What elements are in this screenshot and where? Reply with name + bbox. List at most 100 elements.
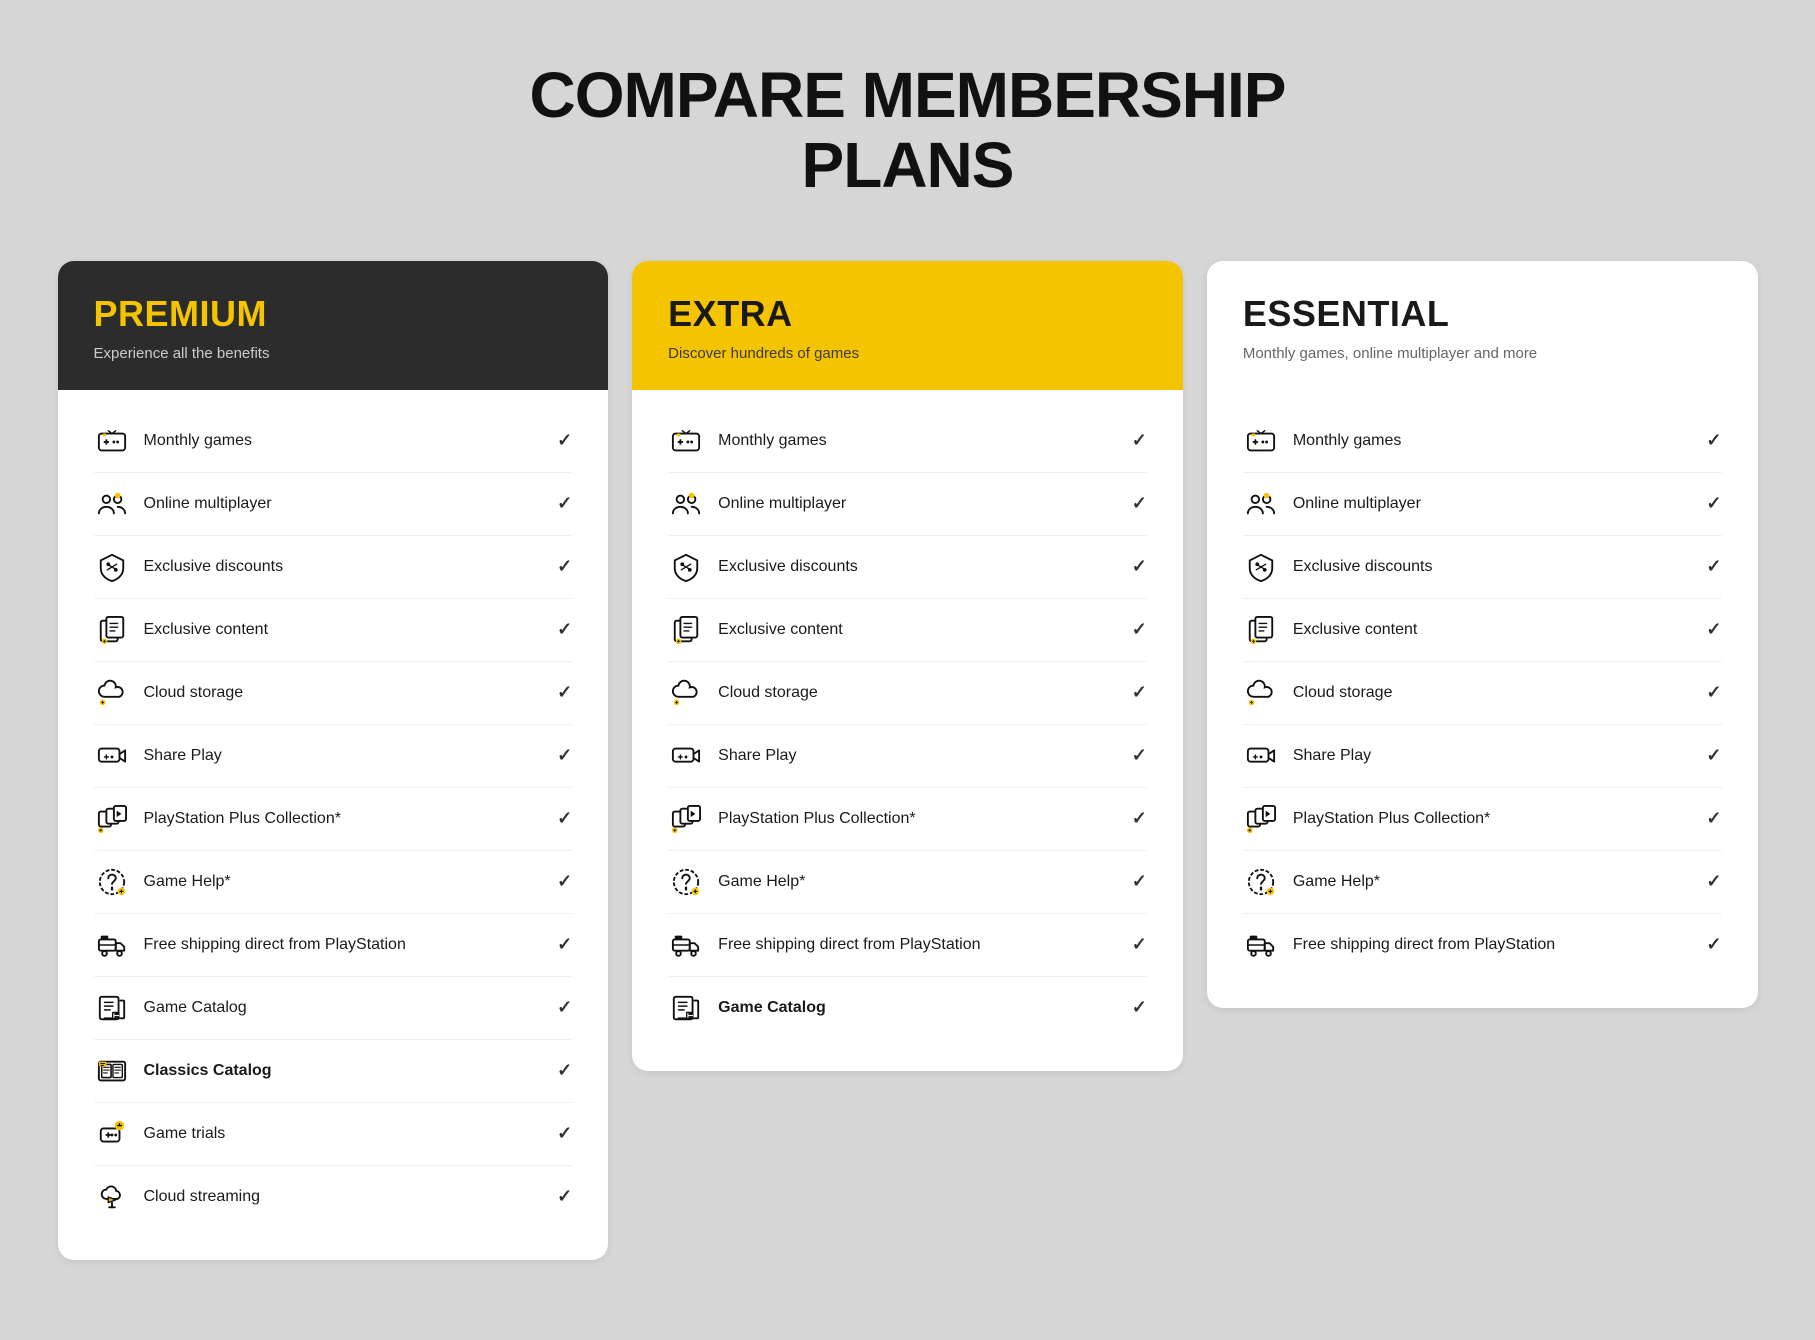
feature-label: PlayStation Plus Collection* xyxy=(1293,810,1490,828)
card-header-premium: PREMIUM Experience all the benefits xyxy=(58,261,609,390)
check-icon: ✓ xyxy=(1132,556,1147,577)
free-shipping-icon xyxy=(668,927,704,963)
feature-label: Monthly games xyxy=(1293,432,1402,450)
exclusive-content-icon xyxy=(1243,612,1279,648)
features-list-premium: Monthly games ✓ Online multiplayer ✓ Exclu… xyxy=(58,390,609,1260)
feature-row: PlayStation Plus Collection* ✓ xyxy=(94,788,573,851)
classics-catalog-icon xyxy=(94,1053,130,1089)
feature-label: PlayStation Plus Collection* xyxy=(144,810,341,828)
feature-label: Online multiplayer xyxy=(718,495,846,513)
feature-label: PlayStation Plus Collection* xyxy=(718,810,915,828)
check-icon: ✓ xyxy=(557,808,572,829)
check-icon: ✓ xyxy=(1132,871,1147,892)
card-premium: PREMIUM Experience all the benefits Month… xyxy=(58,261,609,1260)
ps-collection-icon xyxy=(94,801,130,837)
feature-row: Free shipping direct from PlayStation ✓ xyxy=(668,914,1147,977)
check-icon: ✓ xyxy=(557,1123,572,1144)
feature-row: Share Play ✓ xyxy=(668,725,1147,788)
check-icon: ✓ xyxy=(557,682,572,703)
game-trials-icon xyxy=(94,1116,130,1152)
check-icon: ✓ xyxy=(557,556,572,577)
feature-label: Exclusive discounts xyxy=(718,558,858,576)
feature-row: Online multiplayer✓ xyxy=(1243,473,1722,536)
check-icon: ✓ xyxy=(1132,430,1147,451)
feature-label: Classics Catalog xyxy=(144,1062,272,1080)
check-icon: ✓ xyxy=(1132,493,1147,514)
ps-collection-icon xyxy=(1243,801,1279,837)
feature-row: Free shipping direct from PlayStation ✓ xyxy=(1243,914,1722,976)
check-icon: ✓ xyxy=(1706,808,1721,829)
check-icon: ✓ xyxy=(557,997,572,1018)
feature-label: Exclusive discounts xyxy=(144,558,284,576)
feature-label: Free shipping direct from PlayStation xyxy=(1293,936,1555,954)
check-icon: ✓ xyxy=(1706,934,1721,955)
feature-row: Game Help*✓ xyxy=(94,851,573,914)
check-icon: ✓ xyxy=(1132,934,1147,955)
check-icon: ✓ xyxy=(1132,682,1147,703)
plan-subtitle-essential: Monthly games, online multiplayer and mo… xyxy=(1243,345,1722,362)
feature-label: Game Help* xyxy=(1293,873,1380,891)
free-shipping-icon xyxy=(1243,927,1279,963)
feature-label: Game Help* xyxy=(718,873,805,891)
feature-label: Online multiplayer xyxy=(144,495,272,513)
feature-row: Cloud storage✓ xyxy=(1243,662,1722,725)
plan-subtitle-premium: Experience all the benefits xyxy=(94,345,573,362)
check-icon: ✓ xyxy=(1706,682,1721,703)
feature-row: Cloud storage ✓ xyxy=(94,662,573,725)
feature-row: Classics Catalog ✓ xyxy=(94,1040,573,1103)
exclusive-discounts-icon xyxy=(668,549,704,585)
check-icon: ✓ xyxy=(1132,745,1147,766)
feature-row: Free shipping direct from PlayStation✓ xyxy=(94,914,573,977)
feature-row: Exclusive content✓ xyxy=(668,599,1147,662)
feature-label: Game Catalog xyxy=(718,999,826,1017)
feature-row: Game Help* ✓ xyxy=(668,851,1147,914)
monthly-games-icon xyxy=(94,423,130,459)
check-icon: ✓ xyxy=(1706,745,1721,766)
online-multiplayer-icon xyxy=(1243,486,1279,522)
check-icon: ✓ xyxy=(557,1186,572,1207)
game-catalog-icon xyxy=(94,990,130,1026)
feature-row: Game Help* ✓ xyxy=(1243,851,1722,914)
share-play-icon xyxy=(94,738,130,774)
feature-row: Cloud streaming✓ xyxy=(94,1166,573,1228)
plan-name-premium: PREMIUM xyxy=(94,293,573,335)
feature-row: Share Play ✓ xyxy=(1243,725,1722,788)
feature-label: Monthly games xyxy=(718,432,827,450)
feature-label: Share Play xyxy=(1293,747,1371,765)
check-icon: ✓ xyxy=(1706,871,1721,892)
cloud-streaming-icon xyxy=(94,1179,130,1215)
check-icon: ✓ xyxy=(1132,997,1147,1018)
features-list-extra: Monthly games ✓ Online multiplayer ✓ Exclu… xyxy=(632,390,1183,1071)
cloud-storage-icon xyxy=(94,675,130,711)
game-help-icon xyxy=(1243,864,1279,900)
check-icon: ✓ xyxy=(557,1060,572,1081)
online-multiplayer-icon xyxy=(94,486,130,522)
page-title: COMPARE MEMBERSHIP PLANS xyxy=(530,60,1286,201)
feature-row: Share Play✓ xyxy=(94,725,573,788)
feature-label: Share Play xyxy=(718,747,796,765)
feature-row: Exclusive content✓ xyxy=(94,599,573,662)
game-help-icon xyxy=(668,864,704,900)
feature-label: Exclusive content xyxy=(718,621,843,639)
feature-label: Free shipping direct from PlayStation xyxy=(718,936,980,954)
feature-label: Cloud storage xyxy=(144,684,244,702)
feature-label: Exclusive discounts xyxy=(1293,558,1433,576)
feature-label: Free shipping direct from PlayStation xyxy=(144,936,406,954)
game-help-icon xyxy=(94,864,130,900)
cloud-storage-icon xyxy=(1243,675,1279,711)
free-shipping-icon xyxy=(94,927,130,963)
feature-label: Monthly games xyxy=(144,432,253,450)
check-icon: ✓ xyxy=(1706,493,1721,514)
feature-row: Exclusive discounts✓ xyxy=(1243,536,1722,599)
feature-row: Cloud storage✓ xyxy=(668,662,1147,725)
online-multiplayer-icon xyxy=(668,486,704,522)
feature-row: Monthly games ✓ xyxy=(668,410,1147,473)
feature-row: PlayStation Plus Collection* ✓ xyxy=(1243,788,1722,851)
check-icon: ✓ xyxy=(1706,619,1721,640)
cloud-storage-icon xyxy=(668,675,704,711)
check-icon: ✓ xyxy=(1706,430,1721,451)
feature-label: Exclusive content xyxy=(1293,621,1418,639)
feature-row: Exclusive discounts ✓ xyxy=(668,536,1147,599)
monthly-games-icon xyxy=(668,423,704,459)
feature-row: Monthly games ✓ xyxy=(1243,410,1722,473)
